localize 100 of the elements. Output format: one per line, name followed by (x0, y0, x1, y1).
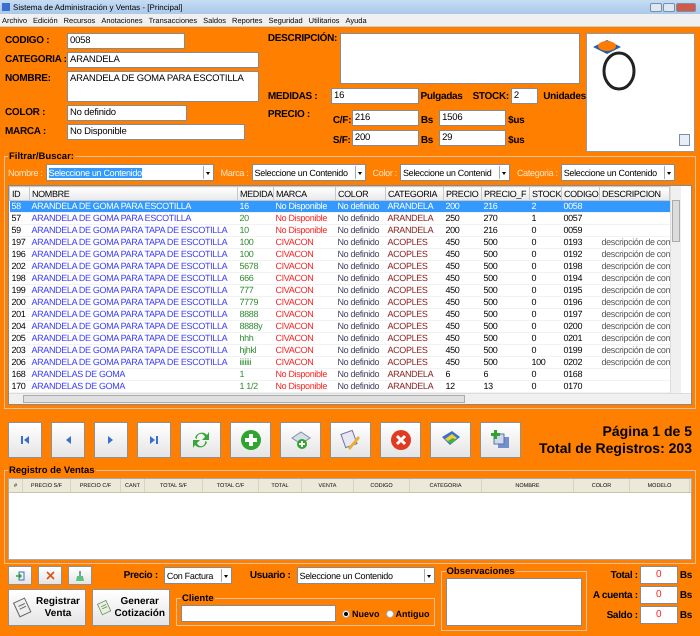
description-field[interactable] (340, 33, 580, 84)
filter-dropdown[interactable]: Seleccione un Contenid (400, 164, 510, 181)
table-cell: CIVACON (274, 284, 336, 296)
small-button[interactable] (8, 566, 32, 585)
price-bs-field[interactable]: 216 (352, 110, 419, 126)
table-cell: 0 (530, 296, 562, 308)
table-row[interactable]: 205 ARANDELA DE GOMA PARA TAPA DE ESCOTILLA hhh CIVACON No definido ACOPLES 450 500 0 0201 descripción de con (10, 332, 670, 344)
table-cell: iiiiiii (238, 356, 274, 368)
toolbar-button[interactable] (94, 422, 128, 458)
small-button[interactable] (68, 566, 92, 585)
logo-icon (592, 39, 622, 55)
table-row[interactable]: 198 ARANDELA DE GOMA PARA TAPA DE ESCOTILLA 666 CIVACON No definido ACOPLES 450 500 0 0194 descripción de con (10, 272, 670, 284)
table-row[interactable]: 196 ARANDELA DE GOMA PARA TAPA DE ESCOTILLA 100 CIVACON No definido ACOPLES 450 500 0 0192 descripción de con (10, 248, 670, 260)
table-row[interactable]: 57 ARANDELA DE GOMA PARA ESCOTILLA 20 No Disponible No definido ARANDELA 250 270 1 0057 (10, 212, 670, 224)
table-cell: 0193 (562, 236, 600, 248)
zoom-button[interactable] (679, 134, 690, 146)
minimize-button[interactable] (650, 2, 662, 12)
toolbar-button[interactable] (430, 422, 471, 458)
total-field[interactable]: 0 (640, 566, 678, 584)
filter-dropdown[interactable]: Seleccione un Contenido (252, 164, 366, 181)
column-header[interactable]: COLOR (336, 186, 386, 200)
table-cell: 1 (530, 212, 562, 224)
toolbar-button[interactable] (137, 422, 171, 458)
action-button[interactable]: Generar Cotización (92, 589, 170, 626)
brand-field[interactable]: No Disponible (67, 124, 245, 140)
edit-icon (340, 429, 362, 451)
toolbar-button[interactable] (480, 422, 521, 458)
toolbar-button[interactable] (8, 422, 42, 458)
user-dropdown[interactable]: Seleccione un Contenido (296, 567, 435, 584)
column-header[interactable]: MEDIDA (238, 186, 274, 200)
app-icon (2, 3, 10, 11)
table-cell: CIVACON (274, 272, 336, 284)
price-usd-field[interactable]: 1506 (439, 110, 506, 126)
column-header[interactable]: CODIGO (562, 186, 600, 200)
table-cell: 500 (482, 260, 530, 272)
table-row[interactable]: 200 ARANDELA DE GOMA PARA TAPA DE ESCOTILLA 7779 CIVACON No definido ACOPLES 450 500 0 0196 descripción de con (10, 296, 670, 308)
toolbar-button[interactable] (230, 422, 271, 458)
price-usd-field[interactable]: 29 (439, 130, 506, 146)
unit-label: $us (508, 114, 524, 126)
notes-field[interactable] (446, 578, 582, 626)
table-cell: 196 (10, 248, 30, 260)
color-field[interactable]: No definido (67, 105, 187, 121)
table-cell: 500 (482, 320, 530, 332)
maximize-button[interactable] (663, 2, 675, 12)
column-header[interactable]: PRECIO_F (482, 186, 530, 200)
toolbar-button[interactable] (51, 422, 85, 458)
column-header[interactable]: DESCRIPCION (600, 186, 670, 200)
table-cell: ARANDELA DE GOMA PARA TAPA DE ESCOTILLA (30, 344, 238, 356)
filter-dropdown[interactable]: Seleccione un Contenido (560, 164, 675, 181)
stock-field[interactable]: 2 (510, 88, 538, 104)
action-button[interactable]: Registrar Venta (8, 589, 86, 626)
total-field[interactable]: 0 (640, 586, 678, 604)
table-cell: 0 (530, 248, 562, 260)
table-row[interactable]: 59 ARANDELA DE GOMA PARA TAPA DE ESCOTILLA 10 No Disponible No definido ARANDELA 200 216 0 0059 (10, 224, 670, 236)
table-cell: 100 (238, 236, 274, 248)
size-field[interactable]: 16 (331, 88, 418, 104)
table-row[interactable]: 206 ARANDELA DE GOMA PARA TAPA DE ESCOTILLA iiiiiii CIVACON No definido ACOPLES 450 500 100 0202 descripción de con (10, 356, 670, 368)
radio-option[interactable]: Nuevo (342, 608, 380, 618)
table-cell: descripción de con (600, 296, 670, 308)
table-row[interactable]: 199 ARANDELA DE GOMA PARA TAPA DE ESCOTILLA 777 CIVACON No definido ACOPLES 450 500 0 0195 descripción de con (10, 284, 670, 296)
radio-option[interactable]: Antiguo (386, 608, 430, 618)
record-count: Total de Registros: 203 (538, 440, 692, 457)
table-cell: ARANDELA DE GOMA PARA TAPA DE ESCOTILLA (30, 248, 238, 260)
table-cell: No definido (336, 284, 386, 296)
code-field[interactable]: 0058 (67, 33, 185, 49)
category-field[interactable]: ARANDELA (67, 52, 259, 68)
column-header[interactable]: PRECIO (444, 186, 482, 200)
close-button[interactable] (676, 2, 696, 12)
client-field[interactable] (181, 605, 336, 622)
horizontal-scrollbar[interactable] (9, 393, 691, 404)
price-dropdown[interactable]: Con Factura (164, 567, 232, 584)
table-row[interactable]: 203 ARANDELA DE GOMA PARA TAPA DE ESCOTILLA hjhkl CIVACON No definido ACOPLES 450 500 0 0199 descripción de con (10, 344, 670, 356)
table-row[interactable]: 201 ARANDELA DE GOMA PARA TAPA DE ESCOTILLA 8888 CIVACON No definido ACOPLES 450 500 0 0197 descripción de con (10, 308, 670, 320)
column-header[interactable]: MARCA (274, 186, 336, 200)
vertical-scrollbar[interactable] (670, 186, 681, 393)
name-field[interactable]: ARANDELA DE GOMA PARA ESCOTILLA (67, 71, 259, 102)
total-field[interactable]: 0 (640, 606, 678, 624)
column-header[interactable]: NOMBRE (30, 186, 238, 200)
table-cell: 500 (482, 248, 530, 260)
small-button[interactable] (38, 566, 62, 585)
table-cell: 777 (238, 284, 274, 296)
table-row[interactable]: 168 ARANDELAS DE GOMA 1 No Disponible No definido ARANDELA 6 6 0 0168 (10, 368, 670, 380)
table-cell: 198 (10, 272, 30, 284)
toolbar-button[interactable] (180, 422, 221, 458)
table-cell: 206 (10, 356, 30, 368)
toolbar-button[interactable] (330, 422, 371, 458)
column-header[interactable]: CATEGORIA (386, 186, 444, 200)
column-header[interactable]: ID (10, 186, 30, 200)
price-label: S/F: (332, 134, 350, 146)
toolbar-button[interactable] (280, 422, 321, 458)
table-cell: 500 (482, 308, 530, 320)
window-title: Sistema de Administración y Ventas - [Principal] (13, 2, 184, 12)
table-row[interactable]: 202 ARANDELA DE GOMA PARA TAPA DE ESCOTILLA 5678 CIVACON No definido ACOPLES 450 500 0 0198 descripción de con (10, 260, 670, 272)
table-cell: ARANDELA DE GOMA PARA TAPA DE ESCOTILLA (30, 308, 238, 320)
table-cell: No Disponible (274, 212, 336, 224)
table-row[interactable]: 197 ARANDELA DE GOMA PARA TAPA DE ESCOTILLA 100 CIVACON No definido ACOPLES 450 500 0 0193 descripción de con (10, 236, 670, 248)
toolbar-button[interactable] (380, 422, 421, 458)
price-bs-field[interactable]: 200 (352, 130, 419, 146)
table-row[interactable]: 204 ARANDELA DE GOMA PARA TAPA DE ESCOTILLA 8888y CIVACON No definido ACOPLES 450 500 0 0200 descripción de con (10, 320, 670, 332)
table-cell: 0 (530, 236, 562, 248)
